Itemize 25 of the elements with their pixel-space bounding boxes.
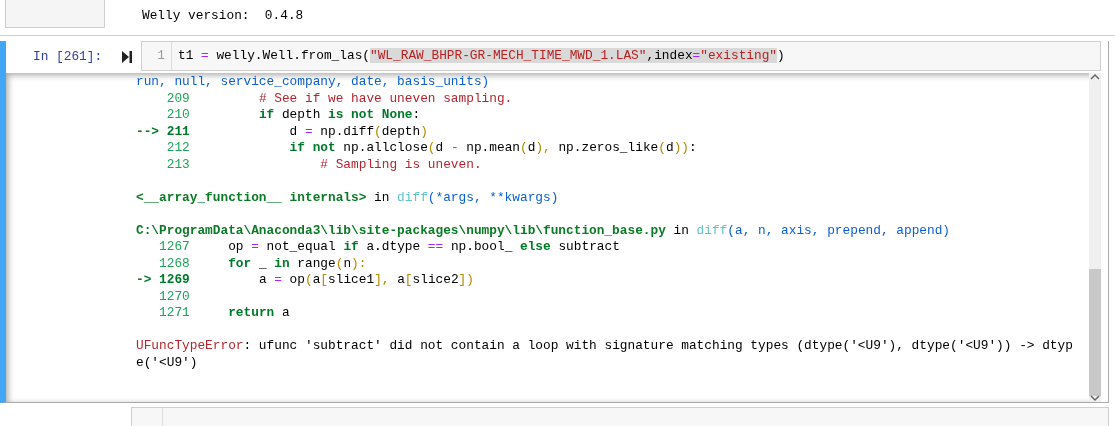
output-line: 1270 (158, 288, 191, 305)
output-text: Welly version: 0.4.8 (142, 8, 304, 25)
code-editor[interactable]: 1 t1 = welly.Well.from_las("WL_RAW_BHPR-GR-MECH_TIME_MWD_1.LAS",index="existing") (141, 41, 1101, 71)
output-line: UFuncTypeError: ufunc 'subtract' did not contain a loop with signature matching types (dtype('<U9'), dtype('<U9')) -> dtyp (136, 338, 1074, 355)
output-line: C:\ProgramData\Anaconda3\lib\site-packages\numpy\lib\function_base.py in diff(a, n, axis, prepend, append) (136, 222, 952, 239)
output-line: 212 if not np.allclose(d - np.mean(d), np.zeros_like(d)): (165, 140, 698, 157)
line-number: 1 (142, 42, 172, 70)
output-line: e('<U9') (136, 354, 199, 371)
scrollbar[interactable] (1089, 73, 1101, 402)
output-line: <__array_function__ internals> in diff(*args, **kwargs) (136, 189, 560, 206)
output-line: 1268 for _ in range(n): (158, 255, 368, 272)
next-cell-editor[interactable] (131, 407, 1109, 426)
output-line: 1267 op = not_equal if a.dtype == np.bool_ else subtract (158, 239, 621, 256)
input-prompt: In [261]: (32, 49, 104, 64)
code-line: t1 = welly.Well.from_las("WL_RAW_BHPR-GR-MECH_TIME_MWD_1.LAS",index="existing") (177, 47, 785, 65)
output-line: 209 # See if we have uneven sampling. (165, 90, 514, 107)
output-line: 210 if depth is not None: (165, 107, 422, 124)
output-line: -> 1269 a = op(a[slice1], a[slice2]) (136, 272, 475, 289)
scroll-down-icon[interactable] (1090, 394, 1100, 402)
output-line: 1271 return a (158, 305, 291, 322)
output-line: run, null, service_company, date, basis_units) (136, 74, 491, 91)
scroll-up-icon[interactable] (1090, 73, 1100, 81)
output-line: --> 211 d = np.diff(depth) (136, 123, 429, 140)
output-line: 213 # Sampling is uneven. (165, 156, 483, 173)
run-icon[interactable] (122, 51, 132, 63)
